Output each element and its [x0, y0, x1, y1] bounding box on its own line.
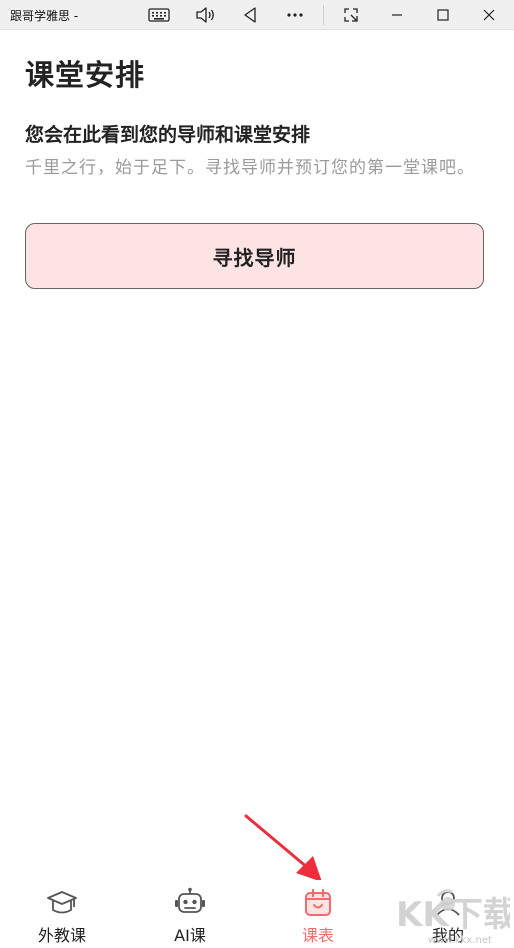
minimize-icon[interactable]	[386, 3, 408, 27]
maximize-icon[interactable]	[432, 3, 454, 27]
nav-item-schedule[interactable]: 课表	[268, 880, 368, 948]
nav-label: AI课	[174, 926, 206, 945]
window-title: 跟哥学雅思 -	[10, 9, 79, 23]
section-heading: 您会在此看到您的导师和课堂安排	[25, 124, 311, 146]
watermark-text: KK下载	[396, 895, 510, 935]
section-description: 千里之行，始于足下。寻找导师并预订您的第一堂课吧。	[25, 158, 475, 178]
nav-item-ai-class[interactable]: AI课	[140, 880, 240, 948]
back-icon[interactable]	[240, 3, 260, 27]
watermark-url: www.kkx.net	[428, 935, 492, 946]
graduation-cap-icon	[45, 886, 79, 920]
close-icon[interactable]	[478, 3, 500, 27]
nav-label: 外教课	[37, 926, 86, 945]
screenshot-icon[interactable]	[340, 3, 362, 27]
more-icon[interactable]	[284, 3, 306, 27]
window-titlebar: 跟哥学雅思 -	[0, 0, 514, 30]
watermark-logo: KK下载 www.kkx.net	[396, 889, 510, 946]
titlebar-separator	[323, 5, 324, 25]
nav-label: 课表	[301, 926, 334, 945]
page-title: 课堂安排	[25, 58, 146, 92]
nav-item-foreign-teacher[interactable]: 外教课	[12, 880, 112, 948]
find-tutor-button[interactable]: 寻找导师	[25, 223, 484, 289]
speaker-icon[interactable]	[193, 3, 217, 27]
calendar-icon	[301, 886, 335, 920]
keyboard-icon[interactable]	[146, 3, 172, 27]
robot-icon	[173, 886, 207, 920]
